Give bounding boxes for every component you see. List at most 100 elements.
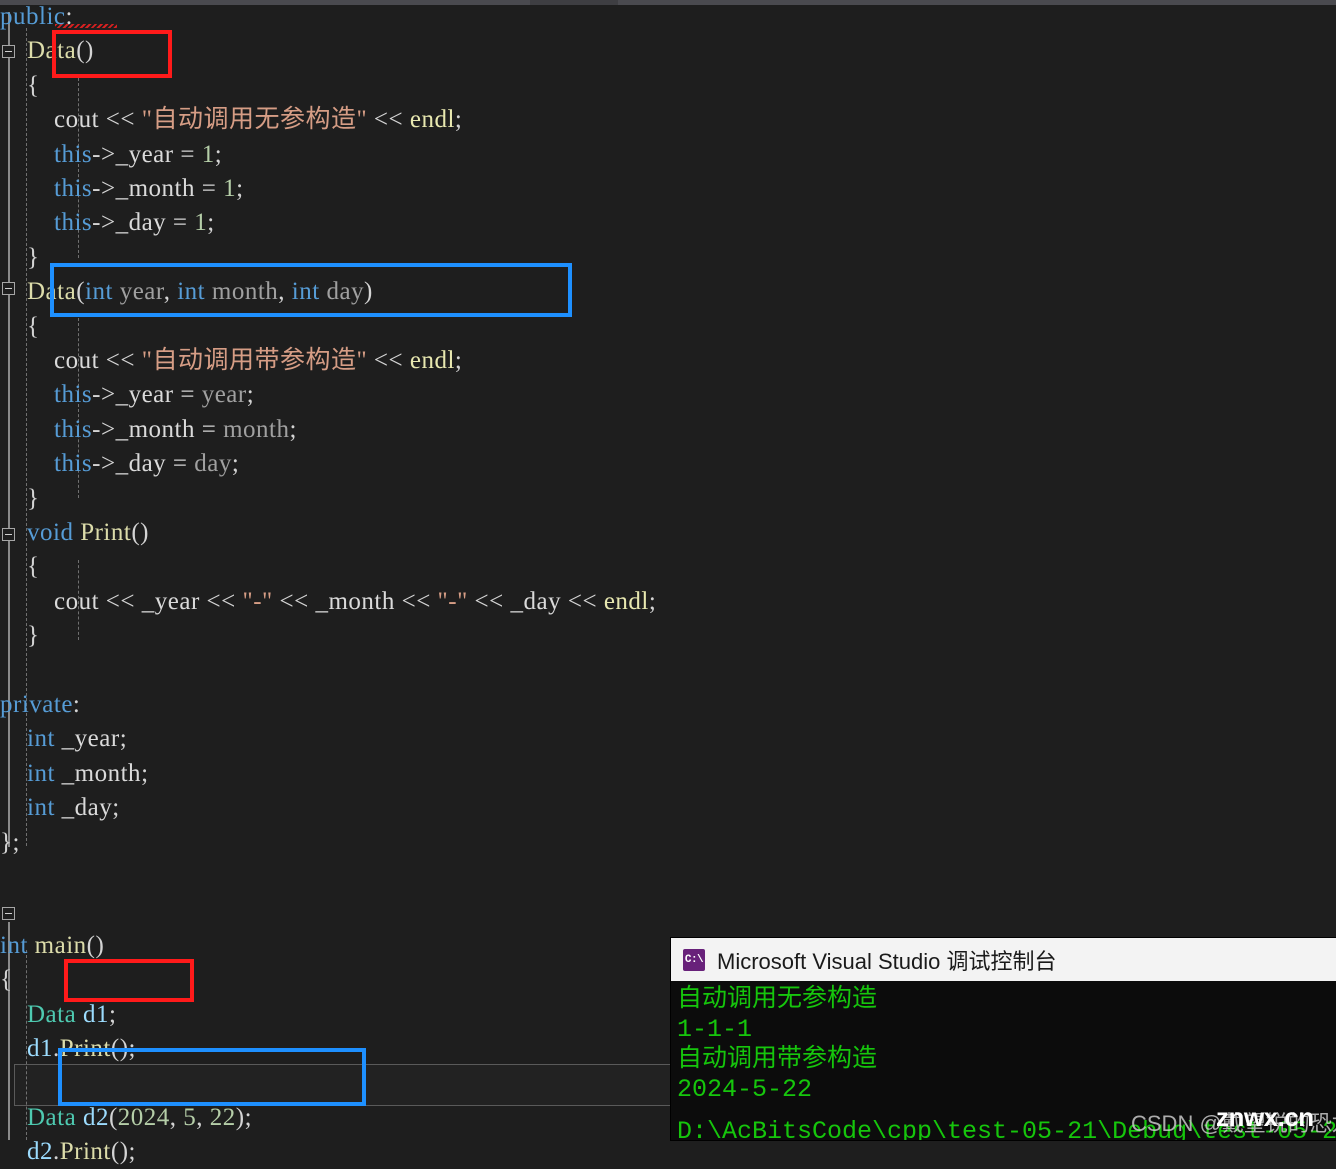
code-token: ;	[207, 209, 215, 237]
code-token: year	[201, 381, 247, 409]
code-token: <<	[367, 347, 410, 374]
code-line[interactable]: private:	[0, 688, 1336, 722]
code-token: month	[223, 415, 290, 443]
code-line[interactable]: int _day;	[0, 791, 1336, 825]
console-output-line: 自动调用带参构造	[677, 1045, 878, 1074]
code-line[interactable]: }	[0, 241, 1336, 275]
code-line[interactable]: this->_year = 1;	[0, 138, 1336, 172]
code-token: ->	[92, 175, 116, 202]
console-title-text: Microsoft Visual Studio 调试控制台	[717, 948, 1057, 974]
code-token: <<	[561, 587, 604, 615]
code-line[interactable]: this->_day = 1;	[0, 206, 1336, 240]
code-token: };	[0, 828, 20, 856]
console-title-bar[interactable]: C:\ Microsoft Visual Studio 调试控制台	[671, 938, 1336, 981]
code-token: int	[177, 278, 206, 306]
code-token: ,	[196, 1103, 210, 1131]
code-line[interactable]: d2.Print();	[0, 1135, 1336, 1169]
code-token: ;	[119, 725, 128, 753]
code-token: 22	[209, 1103, 236, 1131]
code-line[interactable]: };	[0, 826, 1336, 860]
code-token: endl	[409, 106, 455, 134]
code-token: ;	[648, 587, 657, 615]
code-token: =	[173, 140, 202, 168]
code-token: )	[364, 278, 373, 306]
code-token: .	[53, 1035, 60, 1062]
code-line[interactable]: cout << "自动调用带参构造" << endl;	[0, 344, 1336, 378]
code-token: _month	[54, 759, 142, 787]
code-token: Print	[59, 1138, 111, 1166]
code-token: :	[72, 691, 81, 718]
code-token: "-"	[437, 587, 468, 615]
code-token: ->	[92, 140, 116, 168]
code-token: {	[0, 966, 13, 994]
code-token: <<	[99, 347, 142, 374]
code-token: d2	[27, 1138, 53, 1166]
code-token: _year	[141, 587, 200, 615]
code-token: ->	[92, 450, 116, 478]
code-line[interactable]: this->_month = month;	[0, 413, 1336, 447]
code-line[interactable]: public:	[0, 0, 1336, 34]
code-line[interactable]: {	[0, 550, 1336, 584]
code-token: }	[0, 622, 40, 650]
code-token: ();	[110, 1035, 136, 1062]
code-token: this	[54, 450, 93, 478]
code-token: ;	[108, 1000, 117, 1028]
code-token: 1	[201, 140, 215, 168]
code-line[interactable]: this->_month = 1;	[0, 172, 1336, 206]
code-token: ;	[246, 381, 255, 409]
code-line[interactable]: cout << "自动调用无参构造" << endl;	[0, 103, 1336, 137]
code-token: public	[0, 3, 66, 30]
code-line[interactable]: cout << _year << "-" << _month << "-" <<…	[0, 585, 1336, 619]
code-token: Data	[27, 278, 77, 306]
code-token: <<	[99, 106, 142, 134]
code-line[interactable]	[0, 860, 1336, 894]
code-line[interactable]: int _month;	[0, 757, 1336, 791]
code-token: endl	[603, 587, 649, 615]
code-token: _day	[510, 587, 562, 615]
code-token: <<	[394, 587, 438, 615]
code-token: .	[53, 1138, 60, 1166]
code-line[interactable]: {	[0, 69, 1336, 103]
command-prompt-icon: C:\	[683, 948, 705, 971]
code-token: :	[65, 3, 73, 30]
code-line[interactable]: }	[0, 619, 1336, 653]
code-token: =	[166, 209, 195, 237]
code-token: ();	[110, 1138, 136, 1166]
code-line[interactable]: this->_year = year;	[0, 378, 1336, 412]
debug-console-window[interactable]: C:\ Microsoft Visual Studio 调试控制台 自动调用无参…	[671, 938, 1336, 1140]
code-token: ->	[92, 209, 116, 237]
code-token: ;	[454, 106, 463, 134]
code-line[interactable]: Data()	[0, 34, 1336, 68]
code-token: this	[54, 175, 93, 202]
code-line[interactable]: }	[0, 482, 1336, 516]
code-token: {	[0, 312, 40, 340]
code-token: int	[27, 794, 55, 822]
code-token: int	[27, 725, 55, 753]
code-line[interactable]	[0, 654, 1336, 688]
code-line[interactable]: int _year;	[0, 722, 1336, 756]
code-token: int	[291, 278, 320, 306]
code-token: ;	[112, 794, 120, 822]
code-token: "自动调用无参构造"	[141, 106, 368, 134]
code-line[interactable]: this->_day = day;	[0, 447, 1336, 481]
code-token: ()	[86, 931, 105, 959]
code-line[interactable]: void Print()	[0, 516, 1336, 550]
code-line[interactable]: Data(int year, int month, int day)	[0, 275, 1336, 309]
code-line[interactable]: {	[0, 310, 1336, 344]
code-token: 1	[194, 209, 208, 237]
code-token: private	[0, 691, 73, 718]
code-line[interactable]	[0, 894, 1336, 928]
code-token: {	[0, 71, 40, 99]
